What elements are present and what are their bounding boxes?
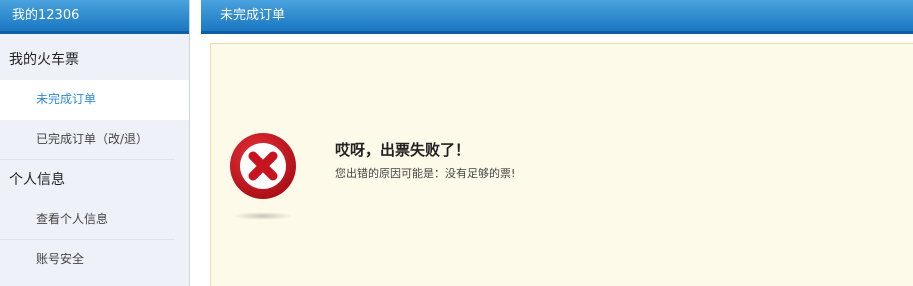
sidebar-title: 我的12306 bbox=[0, 0, 189, 34]
sidebar-section-personal-info: 个人信息 bbox=[9, 172, 65, 188]
sidebar-section-my-tickets: 我的火车票 bbox=[9, 52, 79, 68]
main-panel: 未完成订单 哎呀，出票失败了！ 您出错的原因可能是：没有足够的票! bbox=[201, 0, 913, 286]
sidebar-item-view-personal-info[interactable]: 查看个人信息 bbox=[0, 200, 175, 240]
sidebar-item-unfinished-orders[interactable]: 未完成订单 bbox=[0, 80, 189, 120]
error-x-circle-icon bbox=[230, 133, 296, 199]
sidebar-item-finished-orders[interactable]: 已完成订单（改/退） bbox=[0, 120, 175, 160]
icon-shadow bbox=[233, 212, 293, 220]
error-notice: 哎呀，出票失败了！ 您出错的原因可能是：没有足够的票! bbox=[210, 43, 913, 286]
sidebar-item-account-security[interactable]: 账号安全 bbox=[0, 240, 175, 279]
error-message: 您出错的原因可能是：没有足够的票! bbox=[335, 167, 516, 180]
error-title: 哎呀，出票失败了！ bbox=[335, 141, 471, 159]
sidebar: 我的12306 我的火车票 未完成订单 已完成订单（改/退） 个人信息 查看个人… bbox=[0, 0, 190, 286]
page-title: 未完成订单 bbox=[201, 0, 913, 34]
